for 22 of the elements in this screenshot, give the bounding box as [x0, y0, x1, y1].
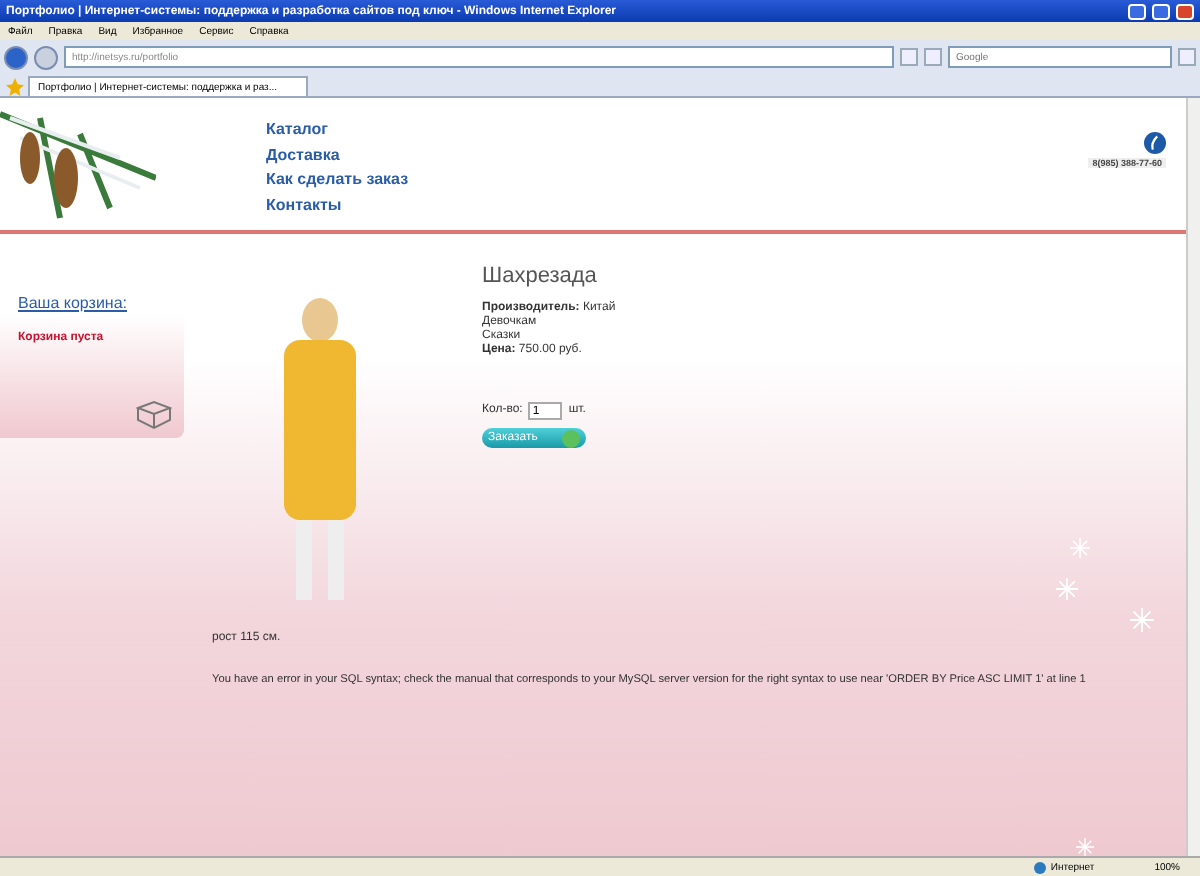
- refresh-button[interactable]: [900, 48, 918, 66]
- back-button[interactable]: [4, 45, 28, 69]
- star-icon[interactable]: [6, 78, 24, 96]
- nav-link[interactable]: Доставка: [266, 143, 409, 168]
- snowflake-icon: [1056, 578, 1078, 600]
- maximize-button[interactable]: [1152, 3, 1170, 19]
- minimize-button[interactable]: [1128, 3, 1146, 19]
- cart-box-icon: [136, 400, 172, 430]
- scrollbar[interactable]: [1186, 98, 1200, 856]
- nav-link[interactable]: Каталог: [266, 118, 409, 143]
- phone-icon: [1144, 132, 1166, 154]
- nav-link[interactable]: Как сделать заказ: [266, 168, 409, 193]
- stop-button[interactable]: [924, 48, 942, 66]
- search-button[interactable]: [1178, 48, 1196, 66]
- close-button[interactable]: [1176, 3, 1194, 19]
- cart-link[interactable]: Ваша корзина:: [18, 294, 184, 312]
- snowflake-icon: [1130, 608, 1154, 632]
- forward-button[interactable]: [34, 45, 58, 69]
- snowflake-icon: [1070, 538, 1090, 558]
- snowflake-icon: [1076, 838, 1094, 856]
- product-title: Шахрезада: [482, 264, 599, 288]
- nav-link[interactable]: Контакты: [266, 193, 409, 218]
